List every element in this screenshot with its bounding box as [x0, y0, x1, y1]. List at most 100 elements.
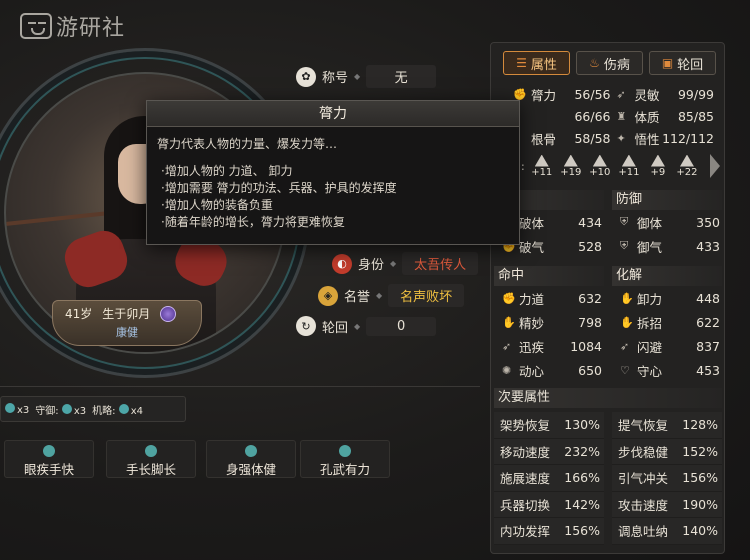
trait-icon — [245, 445, 257, 457]
injury-icon: ♨ — [589, 56, 600, 70]
samsara-row[interactable]: ↻ 轮回 ◆ 0 — [296, 316, 437, 336]
tab-samsara[interactable]: ▣ 轮回 — [649, 51, 716, 75]
diamond-icon: ◆ — [376, 291, 383, 300]
secondary-attributes: 次要属性 架势恢复 130% 提气恢复 128% 移动速度 232% 步伐稳健 152%… — [494, 388, 722, 545]
secondary-row[interactable]: 架势恢复 130% — [494, 412, 604, 439]
attr-bone[interactable]: 根骨 58/58 — [513, 127, 611, 149]
stat-row[interactable]: ✊ 力道 632 — [494, 286, 604, 310]
bonus-item[interactable]: +11 — [530, 154, 554, 178]
heart-guard-icon: ♡ — [620, 363, 630, 377]
watermark-logo: 游研社 — [20, 10, 125, 42]
watermark-text: 游研社 — [56, 16, 126, 41]
bonus-item[interactable]: +22 — [675, 154, 699, 178]
samsara-value: 0 — [366, 316, 437, 336]
bonus-item[interactable]: +11 — [617, 154, 641, 178]
trait-card[interactable]: 手长脚长 — [106, 440, 196, 478]
attr-hidden[interactable]: 66/66 — [513, 105, 610, 127]
stat-row[interactable]: ⛨ 御体 350 — [612, 210, 722, 234]
stat-row[interactable]: ✋ 卸力 448 — [612, 286, 722, 310]
hit-section: 命中 ✊ 力道 632 ✋ 精妙 798 ➶ 迅疾 1084 ✺ 动心 650 — [494, 266, 604, 382]
divider — [0, 386, 480, 387]
title-label: 称号 — [322, 71, 349, 86]
comprehension-icon: ✦ — [616, 131, 626, 145]
bonus-item[interactable]: +10 — [588, 154, 612, 178]
attributes-icon: ☰ — [516, 56, 527, 70]
tooltip-title: 膂力 — [147, 101, 519, 127]
title-row[interactable]: ✿ 称号 ◆ 无 — [296, 65, 437, 88]
panel-tabs: ☰ 属性 ♨ 伤病 ▣ 轮回 — [491, 43, 724, 81]
stat-row[interactable]: ⛨ 御气 433 — [612, 234, 722, 258]
trait-card[interactable]: 眼疾手快 — [4, 440, 94, 478]
tab-injuries[interactable]: ♨ 伤病 — [576, 51, 643, 75]
samsara-icon: ▣ — [661, 56, 674, 70]
strategy-count[interactable]: 机略: x4 — [92, 402, 143, 417]
bonus-icon — [650, 154, 665, 167]
birth-text: 生于卯月 — [102, 307, 151, 321]
stat-row[interactable]: ➶ 闪避 837 — [612, 334, 722, 358]
bonus-icon — [592, 154, 607, 167]
bonus-icon — [563, 154, 578, 167]
main-attributes: ✊ 膂力 56/56 ➶ 灵敏 99/99 66/66 ♜ 体质 85/85 根… — [491, 81, 724, 149]
next-arrow-icon[interactable] — [710, 154, 720, 178]
attr-strength[interactable]: ✊ 膂力 56/56 — [513, 83, 611, 105]
precision-icon: ✋ — [502, 315, 516, 329]
attribute-tooltip: 膂力 膂力代表人物的力量、爆发力等… ·增加人物的 力道、 卸力 ·增加需要 膂… — [146, 100, 520, 245]
status-value: 太吾传人 — [402, 252, 479, 275]
trait-icon — [339, 445, 351, 457]
bonus-icon — [534, 154, 549, 167]
fate-gem-icon[interactable] — [160, 305, 177, 322]
secondary-row[interactable]: 提气恢复 128% — [612, 412, 722, 439]
guard-count[interactable]: 守御: x3 — [35, 402, 86, 417]
tooltip-effects: ·增加人物的 力道、 卸力 ·增加需要 膂力的功法、兵器、护具的发挥度 ·增加人… — [147, 158, 519, 234]
stat-row[interactable]: ✺ 动心 650 — [494, 358, 604, 382]
constitution-icon: ♜ — [616, 109, 627, 123]
tab-attributes[interactable]: ☰ 属性 — [503, 51, 570, 75]
secondary-row[interactable]: 兵器切换 142% — [494, 491, 604, 518]
speed-icon: ➶ — [502, 339, 512, 353]
attr-constitution[interactable]: ♜ 体质 85/85 — [617, 105, 715, 127]
diamond-icon: ◆ — [354, 72, 361, 81]
stat-row[interactable]: ➶ 迅疾 1084 — [494, 334, 604, 358]
attr-agility[interactable]: ➶ 灵敏 99/99 — [617, 83, 715, 105]
bonus-icon — [679, 154, 694, 167]
tooltip-description: 膂力代表人物的力量、爆发力等… — [157, 137, 338, 151]
body-guard-icon: ⛨ — [620, 215, 629, 228]
stat-row[interactable]: ♡ 守心 453 — [612, 358, 722, 382]
secondary-row[interactable]: 移动速度 232% — [494, 438, 604, 465]
dodge-icon: ➶ — [620, 339, 630, 353]
fame-row[interactable]: ◈ 名誉 ◆ 名声败坏 — [318, 284, 465, 307]
bonus-item[interactable]: +9 — [646, 154, 670, 178]
strength-icon: ✊ — [513, 87, 527, 101]
guard-style-icon — [61, 403, 72, 414]
strategy-style-icon — [118, 403, 129, 414]
secondary-row[interactable]: 攻击速度 190% — [612, 491, 722, 518]
secondary-row[interactable]: 引气冲关 156% — [612, 465, 722, 492]
title-value: 无 — [366, 65, 437, 88]
trait-card[interactable]: 孔武有力 — [300, 440, 390, 478]
bonus-item[interactable]: +19 — [559, 154, 583, 178]
power-icon: ✊ — [502, 291, 516, 305]
fame-medal-icon: ◈ — [318, 285, 338, 306]
lotus-icon: ✿ — [296, 66, 316, 87]
stat-row[interactable]: ✋ 拆招 622 — [612, 310, 722, 334]
fame-value: 名声败坏 — [388, 284, 465, 307]
secondary-row[interactable]: 步伐稳健 152% — [612, 438, 722, 465]
secondary-row[interactable]: 施展速度 166% — [494, 465, 604, 492]
status-row[interactable]: ◐ 身份 ◆ 太吾传人 — [332, 252, 479, 275]
trait-card[interactable]: 身强体健 — [206, 440, 296, 478]
deflect-icon: ✋ — [620, 291, 634, 305]
attr-comprehension[interactable]: ✦ 悟性 112/112 — [617, 127, 715, 149]
attack-count[interactable]: x3 — [5, 402, 29, 416]
gamersky-logo-icon — [20, 13, 52, 39]
bonus-icon — [621, 154, 636, 167]
trait-icon — [145, 445, 157, 457]
defense-header: 防御 — [612, 190, 722, 210]
combat-style-bar: x3 守御: x3 机略: x4 — [0, 396, 186, 422]
secondary-row[interactable]: 内功发挥 156% — [494, 518, 604, 545]
tooltip-effect: ·增加人物的装备负重 — [161, 198, 273, 212]
secondary-row[interactable]: 调息吐纳 140% — [612, 518, 722, 545]
stat-row[interactable]: ✋ 精妙 798 — [494, 310, 604, 334]
age-plate: 41岁 生于卯月 康健 — [52, 300, 202, 346]
cycle-icon: ↻ — [296, 316, 316, 336]
tooltip-effect: ·随着年龄的增长，膂力将更难恢复 — [161, 215, 345, 229]
